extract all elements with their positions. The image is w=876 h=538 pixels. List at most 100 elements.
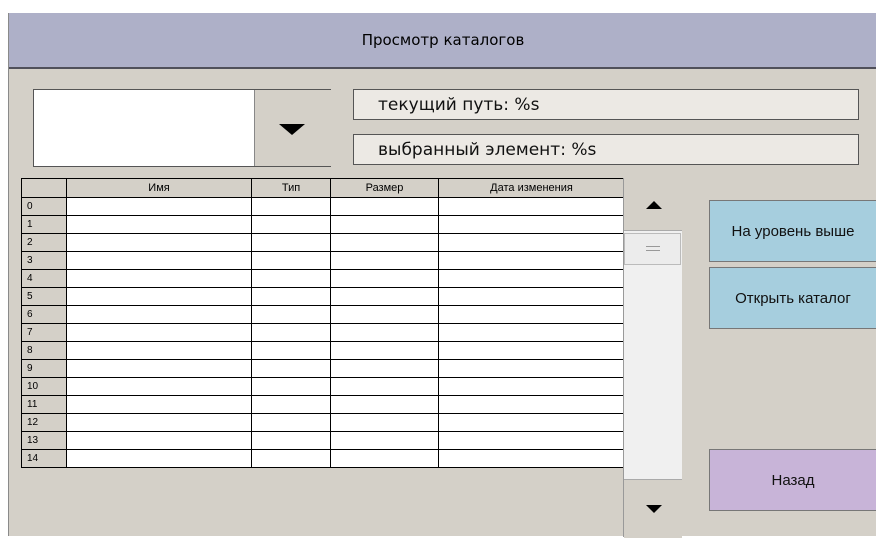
row-number: 8	[21, 341, 67, 360]
level-up-button[interactable]: На уровень выше	[709, 200, 876, 262]
table-row[interactable]: 2	[21, 233, 625, 252]
table-cell[interactable]	[251, 305, 331, 324]
table-cell[interactable]	[438, 251, 625, 270]
table-cell[interactable]	[438, 431, 625, 450]
table-cell[interactable]	[438, 287, 625, 306]
table-cell[interactable]	[330, 377, 439, 396]
table-cell[interactable]	[438, 413, 625, 432]
table-row[interactable]: 12	[21, 413, 625, 432]
table-cell[interactable]	[330, 251, 439, 270]
table-cell[interactable]	[438, 323, 625, 342]
row-number: 6	[21, 305, 67, 324]
table-cell[interactable]	[438, 377, 625, 396]
table-cell[interactable]	[330, 323, 439, 342]
table-cell[interactable]	[251, 269, 331, 288]
table-cell[interactable]	[330, 431, 439, 450]
chevron-down-icon[interactable]	[254, 90, 331, 166]
table-row[interactable]: 5	[21, 287, 625, 306]
table-cell[interactable]	[66, 377, 252, 396]
table-cell[interactable]	[66, 395, 252, 414]
table-cell[interactable]	[66, 215, 252, 234]
table-cell[interactable]	[66, 323, 252, 342]
table-cell[interactable]	[66, 449, 252, 468]
directory-combobox[interactable]	[33, 89, 331, 167]
table-cell[interactable]	[438, 269, 625, 288]
table-row[interactable]: 11	[21, 395, 625, 414]
table-cell[interactable]	[330, 233, 439, 252]
table-cell[interactable]	[66, 251, 252, 270]
table-row[interactable]: 1	[21, 215, 625, 234]
table-cell[interactable]	[251, 323, 331, 342]
table-cell[interactable]	[330, 341, 439, 360]
table-cell[interactable]	[251, 251, 331, 270]
table-cell[interactable]	[330, 287, 439, 306]
table-cell[interactable]	[330, 413, 439, 432]
table-cell[interactable]	[66, 269, 252, 288]
row-number: 4	[21, 269, 67, 288]
table-row[interactable]: 14	[21, 449, 625, 468]
table-cell[interactable]	[330, 395, 439, 414]
table-header-row: Имя Тип Размер Дата изменения	[21, 178, 625, 198]
scroll-thumb[interactable]	[624, 233, 681, 265]
table-row[interactable]: 13	[21, 431, 625, 450]
table-cell[interactable]	[438, 233, 625, 252]
table-cell[interactable]	[330, 359, 439, 378]
scroll-down-icon[interactable]	[624, 479, 682, 538]
table-row[interactable]: 4	[21, 269, 625, 288]
scroll-up-icon[interactable]	[624, 178, 682, 231]
table-row[interactable]: 0	[21, 197, 625, 216]
table-cell[interactable]	[66, 197, 252, 216]
row-number: 1	[21, 215, 67, 234]
table-row[interactable]: 6	[21, 305, 625, 324]
column-header-name[interactable]: Имя	[66, 178, 252, 198]
table-cell[interactable]	[251, 197, 331, 216]
table-cell[interactable]	[330, 449, 439, 468]
table-cell[interactable]	[66, 431, 252, 450]
table-row[interactable]: 9	[21, 359, 625, 378]
table-cell[interactable]	[251, 413, 331, 432]
row-number: 13	[21, 431, 67, 450]
table-row[interactable]: 3	[21, 251, 625, 270]
window-title: Просмотр каталогов	[361, 31, 525, 49]
table-cell[interactable]	[330, 305, 439, 324]
table-cell[interactable]	[66, 413, 252, 432]
table-cell[interactable]	[438, 341, 625, 360]
table-cell[interactable]	[438, 449, 625, 468]
table-cell[interactable]	[66, 233, 252, 252]
column-header-size[interactable]: Размер	[330, 178, 439, 198]
table-cell[interactable]	[251, 431, 331, 450]
table-cell[interactable]	[66, 305, 252, 324]
table-cell[interactable]	[438, 215, 625, 234]
table-cell[interactable]	[438, 395, 625, 414]
directory-combobox-field[interactable]	[34, 90, 254, 166]
table-cell[interactable]	[330, 215, 439, 234]
column-header-type[interactable]: Тип	[251, 178, 331, 198]
table-cell[interactable]	[251, 341, 331, 360]
table-cell[interactable]	[438, 197, 625, 216]
table-cell[interactable]	[251, 215, 331, 234]
file-table[interactable]: Имя Тип Размер Дата изменения 0123456789…	[21, 178, 625, 468]
column-header-modified[interactable]: Дата изменения	[438, 178, 625, 198]
table-cell[interactable]	[66, 359, 252, 378]
table-cell[interactable]	[66, 287, 252, 306]
table-cell[interactable]	[330, 269, 439, 288]
table-row[interactable]: 8	[21, 341, 625, 360]
table-cell[interactable]	[251, 377, 331, 396]
table-row[interactable]: 7	[21, 323, 625, 342]
table-cell[interactable]	[251, 233, 331, 252]
table-scrollbar[interactable]	[623, 178, 682, 538]
open-directory-button[interactable]: Открыть каталог	[709, 267, 876, 329]
table-cell[interactable]	[66, 341, 252, 360]
table-cell[interactable]	[438, 359, 625, 378]
table-cell[interactable]	[251, 287, 331, 306]
table-cell[interactable]	[251, 359, 331, 378]
row-number: 14	[21, 449, 67, 468]
table-cell[interactable]	[251, 449, 331, 468]
catalog-browser-window: Просмотр каталогов текущий путь: %s выбр…	[8, 13, 876, 538]
back-button[interactable]: Назад	[709, 449, 876, 511]
table-row[interactable]: 10	[21, 377, 625, 396]
table-cell[interactable]	[438, 305, 625, 324]
table-cell[interactable]	[251, 395, 331, 414]
row-number: 3	[21, 251, 67, 270]
table-cell[interactable]	[330, 197, 439, 216]
